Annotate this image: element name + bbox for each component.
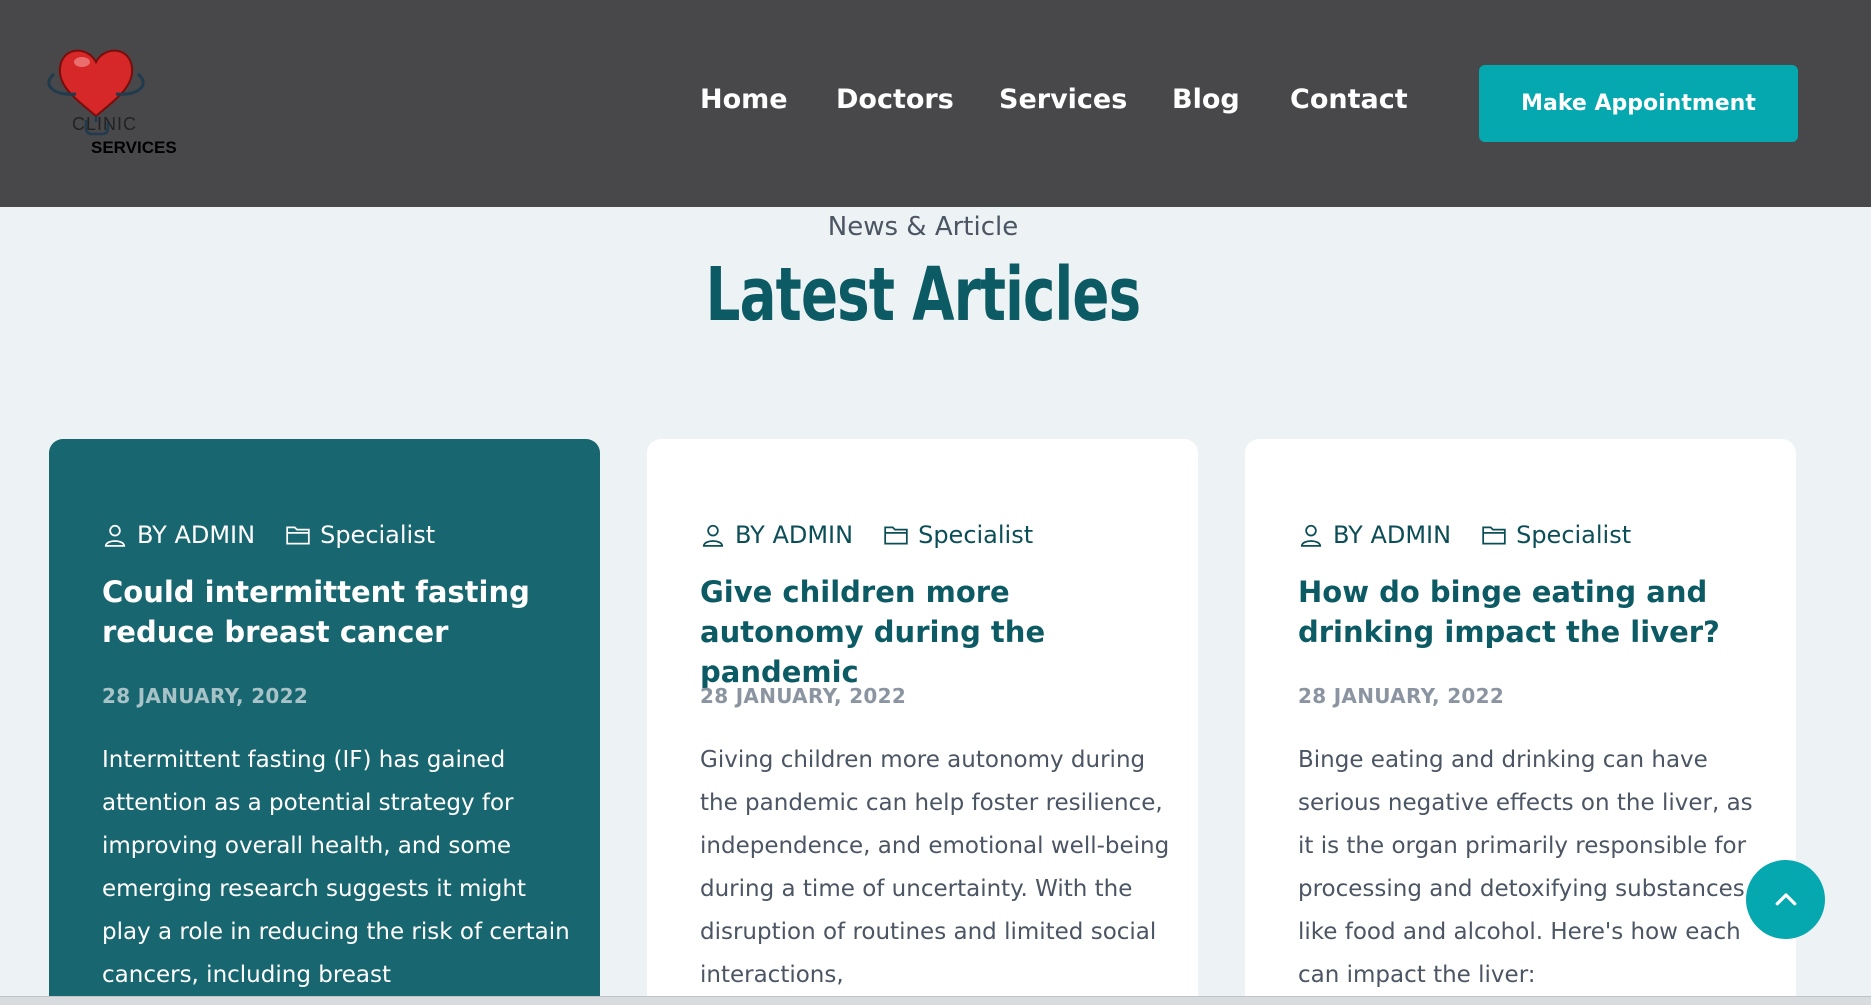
article-title[interactable]: Could intermittent fasting reduce breast… xyxy=(102,572,562,652)
article-card[interactable]: BY ADMIN Specialist Give children more a… xyxy=(647,439,1198,1005)
article-excerpt: Binge eating and drinking can have serio… xyxy=(1298,747,1753,988)
make-appointment-button[interactable]: Make Appointment xyxy=(1479,65,1798,142)
section-eyebrow: News & Article xyxy=(827,212,1019,242)
article-card[interactable]: BY ADMIN Specialist How do binge eating … xyxy=(1245,439,1796,1005)
folder-icon xyxy=(1482,526,1506,545)
article-excerpt: Intermittent fasting (IF) has gained att… xyxy=(102,747,570,988)
article-card[interactable]: BY ADMIN Specialist Could intermittent f… xyxy=(49,439,600,1005)
user-icon xyxy=(104,524,126,547)
site-header: CLINIC SERVICES Home Doctors Services Bl… xyxy=(0,0,1871,207)
logo-text-clinic: CLINIC xyxy=(72,114,138,134)
folder-icon xyxy=(286,526,310,545)
article-meta: BY ADMIN Specialist xyxy=(102,521,435,549)
article-title[interactable]: Give children more autonomy during the p… xyxy=(700,572,1160,692)
folder-icon xyxy=(884,526,908,545)
article-date: 28 JANUARY, 2022 xyxy=(1298,684,1505,708)
article-meta: BY ADMIN Specialist xyxy=(700,521,1033,549)
nav-item-services[interactable]: Services xyxy=(999,84,1127,115)
article-category[interactable]: Specialist xyxy=(1516,521,1631,549)
user-icon xyxy=(702,524,724,547)
viewport-bottom-edge xyxy=(0,996,1871,1005)
logo-text-services: SERVICES xyxy=(91,138,177,157)
nav-item-contact[interactable]: Contact xyxy=(1290,84,1408,115)
article-excerpt: Giving children more autonomy during the… xyxy=(700,747,1170,988)
article-meta: BY ADMIN Specialist xyxy=(1298,521,1631,549)
nav-item-doctors[interactable]: Doctors xyxy=(836,84,954,115)
article-category[interactable]: Specialist xyxy=(320,521,435,549)
article-author[interactable]: BY ADMIN xyxy=(1333,521,1451,549)
chevron-up-icon xyxy=(1775,892,1796,905)
article-date: 28 JANUARY, 2022 xyxy=(700,684,907,708)
nav-item-home[interactable]: Home xyxy=(700,84,788,115)
scroll-to-top-button[interactable] xyxy=(1746,860,1825,939)
article-date: 28 JANUARY, 2022 xyxy=(102,684,309,708)
nav-item-blog[interactable]: Blog xyxy=(1172,84,1240,115)
section-title: Latest Articles xyxy=(705,252,1141,338)
user-icon xyxy=(1300,524,1322,547)
article-author[interactable]: BY ADMIN xyxy=(137,521,255,549)
article-category[interactable]: Specialist xyxy=(918,521,1033,549)
site-logo[interactable]: CLINIC SERVICES xyxy=(46,44,191,164)
article-title[interactable]: How do binge eating and drinking impact … xyxy=(1298,572,1758,652)
article-author[interactable]: BY ADMIN xyxy=(735,521,853,549)
